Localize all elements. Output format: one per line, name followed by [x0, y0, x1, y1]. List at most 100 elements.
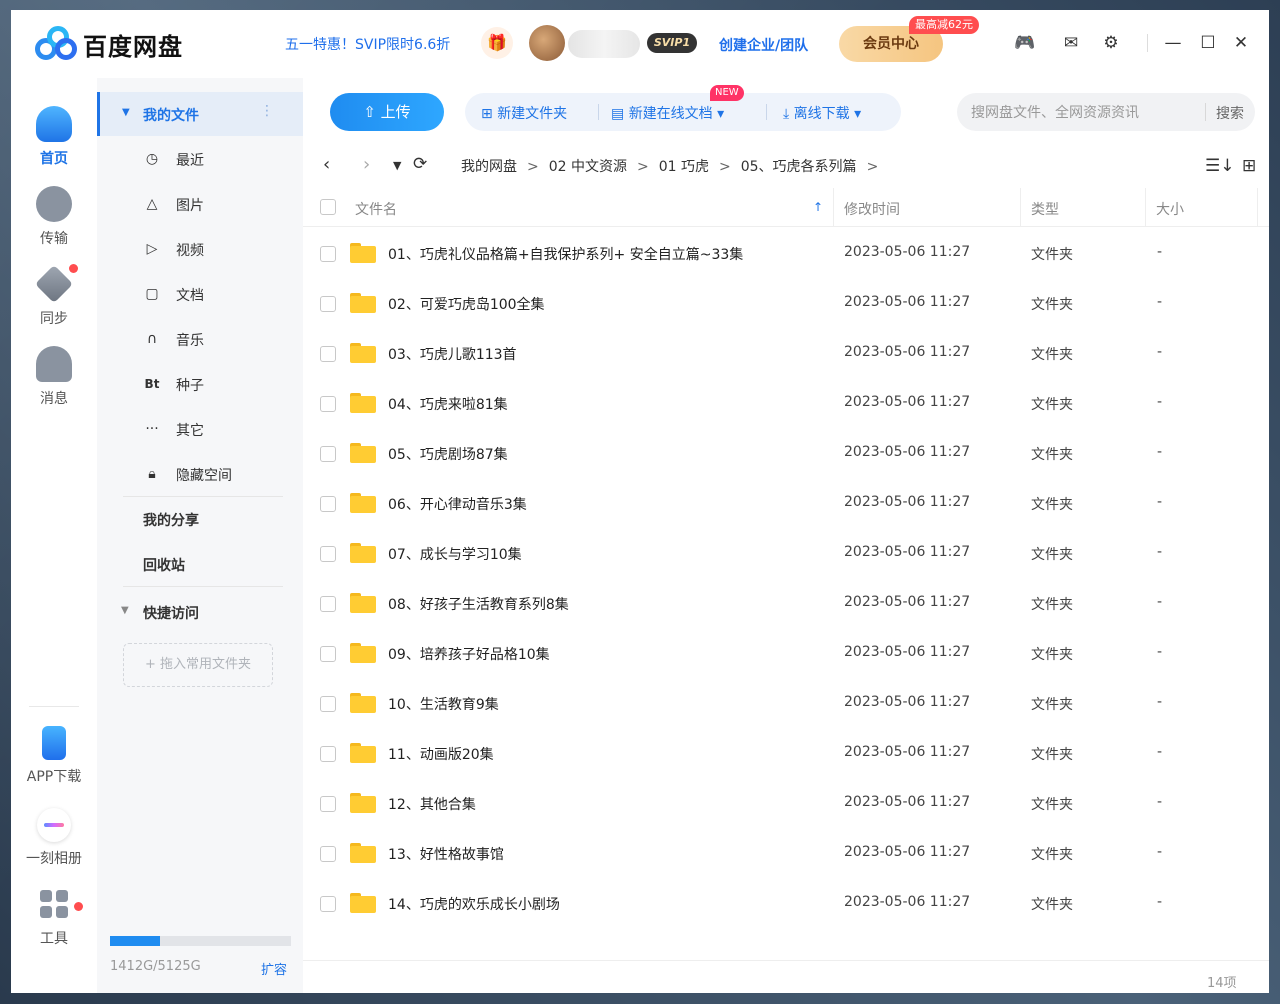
row-checkbox[interactable]	[320, 646, 336, 662]
table-row[interactable]: 12、其他合集 2023-05-06 11:27 文件夹 -	[303, 778, 1269, 828]
file-name[interactable]: 08、好孩子生活教育系列8集	[388, 594, 569, 614]
table-row[interactable]: 08、好孩子生活教育系列8集 2023-05-06 11:27 文件夹 -	[303, 578, 1269, 628]
row-checkbox[interactable]	[320, 896, 336, 912]
nav-home[interactable]: 首页	[11, 106, 97, 168]
gear-icon[interactable]: ⚙	[1100, 32, 1122, 54]
sidebar-item-hidden-space[interactable]: 🔒︎ 隐藏空间	[97, 452, 303, 496]
promo-link[interactable]: 五一特惠！SVIP限时6.6折	[285, 34, 450, 54]
table-row[interactable]: 11、动画版20集 2023-05-06 11:27 文件夹 -	[303, 728, 1269, 778]
file-name[interactable]: 12、其他合集	[388, 794, 476, 814]
refresh-icon[interactable]: ⟳	[413, 154, 427, 174]
row-checkbox[interactable]	[320, 596, 336, 612]
table-row[interactable]: 02、可爱巧虎岛100全集 2023-05-06 11:27 文件夹 -	[303, 278, 1269, 328]
table-row[interactable]: 06、开心律动音乐3集 2023-05-06 11:27 文件夹 -	[303, 478, 1269, 528]
table-row[interactable]: 13、好性格故事馆 2023-05-06 11:27 文件夹 -	[303, 828, 1269, 878]
row-checkbox[interactable]	[320, 846, 336, 862]
row-checkbox[interactable]	[320, 396, 336, 412]
sidebar-item-documents[interactable]: ▢ 文档	[97, 272, 303, 316]
row-checkbox[interactable]	[320, 246, 336, 262]
maximize-icon[interactable]: ☐	[1197, 32, 1219, 54]
close-icon[interactable]: ✕	[1230, 32, 1252, 54]
file-name[interactable]: 01、巧虎礼仪品格篇+自我保护系列+ 安全自立篇~33集	[388, 244, 743, 264]
file-name[interactable]: 03、巧虎儿歌113首	[388, 344, 517, 364]
nav-messages[interactable]: 消息	[11, 346, 97, 408]
search-button[interactable]: 搜索	[1216, 103, 1244, 123]
mail-icon[interactable]: ✉	[1060, 32, 1082, 54]
sort-ascending-icon[interactable]: ↑	[813, 200, 823, 214]
header-name[interactable]: 文件名	[355, 199, 397, 219]
avatar[interactable]	[529, 25, 565, 61]
column-divider[interactable]	[833, 188, 834, 226]
table-row[interactable]: 14、巧虎的欢乐成长小剧场 2023-05-06 11:27 文件夹 -	[303, 878, 1269, 928]
row-checkbox[interactable]	[320, 546, 336, 562]
sidebar-item-my-share[interactable]: 我的分享	[97, 497, 303, 541]
forward-arrow-icon[interactable]: ›	[363, 154, 370, 175]
nav-album[interactable]: 一刻相册	[11, 808, 97, 868]
expand-storage-link[interactable]: 扩容	[261, 959, 287, 978]
new-folder-button[interactable]: ⊞ 新建文件夹	[481, 103, 567, 123]
table-row[interactable]: 07、成长与学习10集 2023-05-06 11:27 文件夹 -	[303, 528, 1269, 578]
file-name[interactable]: 09、培养孩子好品格10集	[388, 644, 550, 664]
sidebar-item-quick-access[interactable]: ▼ 快捷访问	[97, 590, 303, 634]
header-modified-time[interactable]: 修改时间	[844, 199, 900, 219]
file-name[interactable]: 07、成长与学习10集	[388, 544, 522, 564]
row-checkbox[interactable]	[320, 796, 336, 812]
app-logo[interactable]: 百度网盘	[35, 26, 183, 62]
back-arrow-icon[interactable]: ‹	[323, 154, 330, 175]
file-name[interactable]: 11、动画版20集	[388, 744, 494, 764]
more-vertical-icon[interactable]: ⋮	[260, 103, 274, 119]
column-divider[interactable]	[1257, 188, 1258, 226]
file-name[interactable]: 05、巧虎剧场87集	[388, 444, 508, 464]
breadcrumb-item[interactable]: 02 中文资源	[549, 159, 627, 175]
sidebar-item-my-files[interactable]: ▼ 我的文件 ⋮	[97, 92, 303, 136]
grid-view-icon[interactable]: ⊞	[1242, 156, 1256, 176]
sidebar-item-torrents[interactable]: Bt 种子	[97, 362, 303, 406]
offline-download-button[interactable]: ⤓ 离线下载 ▾	[783, 103, 861, 123]
column-divider[interactable]	[1145, 188, 1146, 226]
sidebar-item-others[interactable]: ··· 其它	[97, 407, 303, 451]
table-row[interactable]: 10、生活教育9集 2023-05-06 11:27 文件夹 -	[303, 678, 1269, 728]
nav-sync[interactable]: 同步	[11, 264, 97, 328]
sidebar-item-recent[interactable]: ◷ 最近	[97, 137, 303, 181]
table-row[interactable]: 03、巧虎儿歌113首 2023-05-06 11:27 文件夹 -	[303, 328, 1269, 378]
file-name[interactable]: 13、好性格故事馆	[388, 844, 504, 864]
row-checkbox[interactable]	[320, 346, 336, 362]
header-size[interactable]: 大小	[1156, 199, 1184, 219]
minimize-icon[interactable]: —	[1162, 32, 1184, 54]
collapse-triangle-icon[interactable]: ▼	[122, 107, 130, 118]
table-row[interactable]: 01、巧虎礼仪品格篇+自我保护系列+ 安全自立篇~33集 2023-05-06 1…	[303, 228, 1269, 278]
breadcrumb-item[interactable]: 我的网盘	[461, 159, 517, 175]
file-name[interactable]: 06、开心律动音乐3集	[388, 494, 527, 514]
row-checkbox[interactable]	[320, 296, 336, 312]
game-icon[interactable]: 🎮	[1014, 32, 1036, 54]
select-all-checkbox[interactable]	[320, 199, 336, 215]
nav-transfer[interactable]: 传输	[11, 186, 97, 248]
svip-badge[interactable]: SVIP1	[647, 33, 697, 53]
file-name[interactable]: 10、生活教育9集	[388, 694, 499, 714]
file-name[interactable]: 02、可爱巧虎岛100全集	[388, 294, 545, 314]
search-input[interactable]	[969, 102, 1193, 124]
sidebar-item-videos[interactable]: ▷ 视频	[97, 227, 303, 271]
sidebar-item-recycle-bin[interactable]: 回收站	[97, 542, 303, 586]
table-row[interactable]: 04、巧虎来啦81集 2023-05-06 11:27 文件夹 -	[303, 378, 1269, 428]
table-row[interactable]: 09、培养孩子好品格10集 2023-05-06 11:27 文件夹 -	[303, 628, 1269, 678]
username-blurred[interactable]	[568, 30, 640, 58]
row-checkbox[interactable]	[320, 496, 336, 512]
row-checkbox[interactable]	[320, 696, 336, 712]
history-dropdown-icon[interactable]: ▼	[393, 159, 401, 172]
collapse-triangle-icon[interactable]: ▼	[121, 605, 129, 616]
row-checkbox[interactable]	[320, 746, 336, 762]
gift-icon[interactable]: 🎁	[481, 27, 513, 59]
header-type[interactable]: 类型	[1031, 199, 1059, 219]
nav-tools[interactable]: 工具	[11, 886, 97, 948]
create-enterprise-link[interactable]: 创建企业/团队	[719, 35, 808, 55]
sort-icon[interactable]: ☰↓	[1205, 156, 1234, 176]
file-name[interactable]: 14、巧虎的欢乐成长小剧场	[388, 894, 560, 914]
column-divider[interactable]	[1020, 188, 1021, 226]
row-checkbox[interactable]	[320, 446, 336, 462]
breadcrumb-item[interactable]: 01 巧虎	[659, 159, 709, 175]
sidebar-item-music[interactable]: ∩ 音乐	[97, 317, 303, 361]
sidebar-item-images[interactable]: △ 图片	[97, 182, 303, 226]
table-row[interactable]: 05、巧虎剧场87集 2023-05-06 11:27 文件夹 -	[303, 428, 1269, 478]
quick-access-dropzone[interactable]: + 拖入常用文件夹	[123, 643, 273, 687]
